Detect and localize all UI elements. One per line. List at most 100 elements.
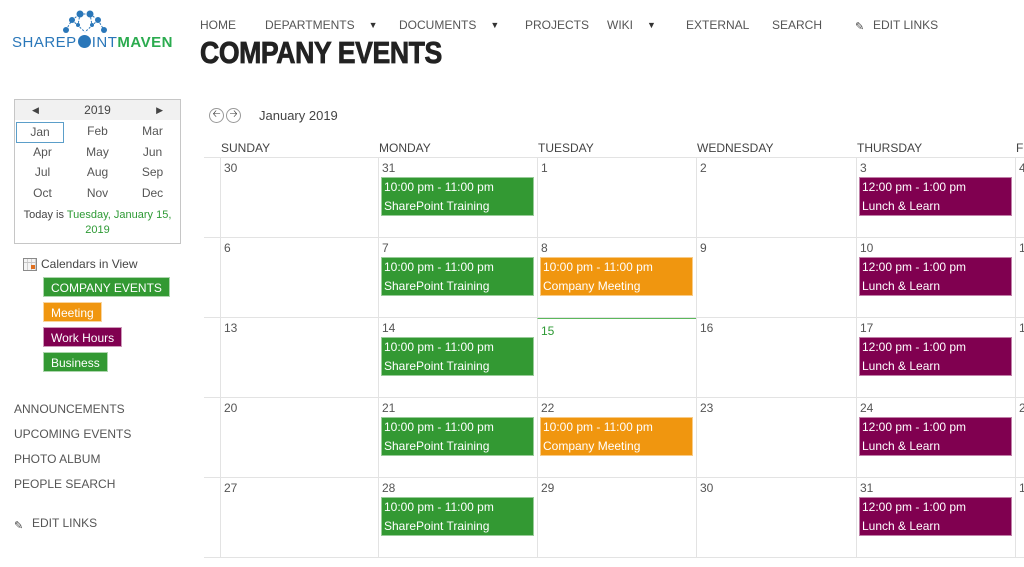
day-cell-tuesday[interactable]: 8 10:00 pm - 11:00 pm Company Meeting [537, 238, 696, 317]
month-feb[interactable]: Feb [70, 122, 125, 143]
day-cell-monday[interactable]: 31 10:00 pm - 11:00 pm SharePoint Training [378, 158, 537, 237]
calendar-event[interactable]: 12:00 pm - 1:00 pm Lunch & Learn [859, 417, 1012, 456]
month-aug[interactable]: Aug [70, 163, 125, 184]
month-jun[interactable]: Jun [125, 143, 180, 164]
calendar-event[interactable]: 10:00 pm - 11:00 pm SharePoint Training [381, 337, 534, 376]
calendar-event[interactable]: 10:00 pm - 11:00 pm Company Meeting [540, 417, 693, 456]
day-number[interactable]: 23 [697, 398, 856, 416]
calendar-event[interactable]: 12:00 pm - 1:00 pm Lunch & Learn [859, 257, 1012, 296]
topnav-external[interactable]: EXTERNAL [686, 18, 772, 32]
nav-edit-links[interactable]: ✎ EDIT LINKS [14, 510, 131, 535]
day-cell-sunday[interactable]: 6 [220, 238, 378, 317]
next-month-button[interactable]: 🡢 [226, 108, 241, 123]
topnav-projects[interactable]: PROJECTS [525, 18, 607, 32]
overlay-company-events[interactable]: COMPANY EVENTS [43, 277, 170, 297]
day-number[interactable]: 21 [379, 398, 537, 416]
calendar-event[interactable]: 10:00 pm - 11:00 pm Company Meeting [540, 257, 693, 296]
today-link[interactable]: Tuesday, January 15, 2019 [67, 209, 172, 236]
calendar-event[interactable]: 12:00 pm - 1:00 pm Lunch & Learn [859, 177, 1012, 216]
day-cell-sunday[interactable]: 13 [220, 318, 378, 397]
day-number[interactable]: 27 [221, 478, 378, 496]
month-mar[interactable]: Mar [125, 122, 180, 143]
calendar-event[interactable]: 12:00 pm - 1:00 pm Lunch & Learn [859, 497, 1012, 536]
day-number[interactable]: 4 [1016, 158, 1024, 176]
day-cell-thursday[interactable]: 10 12:00 pm - 1:00 pm Lunch & Learn [856, 238, 1015, 317]
day-number[interactable]: 25 [1016, 398, 1024, 416]
overlay-meeting[interactable]: Meeting [43, 302, 102, 322]
day-number[interactable]: 11 [1016, 238, 1024, 256]
day-cell-wednesday[interactable]: 16 [696, 318, 856, 397]
previous-year-icon[interactable]: ◀ [32, 105, 39, 116]
day-cell-tuesday[interactable]: 15 [537, 318, 696, 397]
calendar-event[interactable]: 10:00 pm - 11:00 pm SharePoint Training [381, 257, 534, 296]
day-number[interactable]: 10 [857, 238, 1015, 256]
topnav-documents[interactable]: DOCUMENTS ▼ [399, 18, 525, 32]
previous-month-button[interactable]: 🡠 [209, 108, 224, 123]
day-cell-sunday[interactable]: 27 [220, 478, 378, 557]
day-cell-sunday[interactable]: 30 [220, 158, 378, 237]
nav-announcements[interactable]: ANNOUNCEMENTS [14, 401, 131, 426]
month-oct[interactable]: Oct [15, 184, 70, 205]
caret-down-icon[interactable]: ▼ [647, 20, 656, 30]
day-number[interactable]: 31 [379, 158, 537, 176]
nav-people-search[interactable]: PEOPLE SEARCH [14, 476, 131, 501]
day-cell-thursday[interactable]: 3 12:00 pm - 1:00 pm Lunch & Learn [856, 158, 1015, 237]
month-apr[interactable]: Apr [15, 143, 70, 164]
nav-photo-album[interactable]: PHOTO ALBUM [14, 451, 131, 476]
day-cell-tuesday[interactable]: 22 10:00 pm - 11:00 pm Company Meeting [537, 398, 696, 477]
day-cell-friday[interactable]: 1 [1015, 478, 1024, 557]
day-number[interactable]: 18 [1016, 318, 1024, 336]
month-jul[interactable]: Jul [15, 163, 70, 184]
calendar-event[interactable]: 10:00 pm - 11:00 pm SharePoint Training [381, 177, 534, 216]
month-sep[interactable]: Sep [125, 163, 180, 184]
topnav-edit-links[interactable]: ✎ EDIT LINKS [855, 18, 938, 33]
day-cell-wednesday[interactable]: 2 [696, 158, 856, 237]
next-year-icon[interactable]: ▶ [156, 105, 163, 116]
day-number[interactable]: 16 [697, 318, 856, 336]
month-jan[interactable]: Jan [16, 122, 64, 143]
day-number[interactable]: 24 [857, 398, 1015, 416]
day-cell-friday[interactable]: 25 [1015, 398, 1024, 477]
site-logo[interactable]: SHAREP INTMAVEN [12, 10, 187, 55]
month-dec[interactable]: Dec [125, 184, 180, 205]
caret-down-icon[interactable]: ▼ [369, 20, 378, 30]
day-cell-friday[interactable]: 11 [1015, 238, 1024, 317]
nav-upcoming-events[interactable]: UPCOMING EVENTS [14, 426, 131, 451]
day-cell-tuesday[interactable]: 29 [537, 478, 696, 557]
day-cell-wednesday[interactable]: 9 [696, 238, 856, 317]
day-number[interactable]: 15 [538, 319, 696, 338]
day-number[interactable]: 22 [538, 398, 696, 416]
day-cell-friday[interactable]: 18 [1015, 318, 1024, 397]
day-cell-wednesday[interactable]: 23 [696, 398, 856, 477]
day-number[interactable]: 17 [857, 318, 1015, 336]
day-number[interactable]: 3 [857, 158, 1015, 176]
topnav-home[interactable]: HOME [200, 18, 265, 32]
topnav-wiki[interactable]: WIKI ▼ [607, 18, 686, 32]
day-cell-sunday[interactable]: 20 [220, 398, 378, 477]
day-number[interactable]: 1 [1016, 478, 1024, 496]
day-number[interactable]: 28 [379, 478, 537, 496]
day-cell-monday[interactable]: 21 10:00 pm - 11:00 pm SharePoint Training [378, 398, 537, 477]
day-number[interactable]: 30 [697, 478, 856, 496]
day-number[interactable]: 31 [857, 478, 1015, 496]
overlay-business[interactable]: Business [43, 352, 108, 372]
calendar-event[interactable]: 10:00 pm - 11:00 pm SharePoint Training [381, 497, 534, 536]
topnav-departments[interactable]: DEPARTMENTS ▼ [265, 18, 399, 32]
day-number[interactable]: 13 [221, 318, 378, 336]
month-nov[interactable]: Nov [70, 184, 125, 205]
overlay-work-hours[interactable]: Work Hours [43, 327, 123, 347]
caret-down-icon[interactable]: ▼ [490, 20, 499, 30]
day-number[interactable]: 1 [538, 158, 696, 176]
day-number[interactable]: 29 [538, 478, 696, 496]
day-cell-thursday[interactable]: 31 12:00 pm - 1:00 pm Lunch & Learn [856, 478, 1015, 557]
day-cell-monday[interactable]: 7 10:00 pm - 11:00 pm SharePoint Training [378, 238, 537, 317]
day-cell-thursday[interactable]: 24 12:00 pm - 1:00 pm Lunch & Learn [856, 398, 1015, 477]
day-number[interactable]: 14 [379, 318, 537, 336]
day-cell-monday[interactable]: 14 10:00 pm - 11:00 pm SharePoint Training [378, 318, 537, 397]
day-number[interactable]: 6 [221, 238, 378, 256]
day-cell-wednesday[interactable]: 30 [696, 478, 856, 557]
day-number[interactable]: 2 [697, 158, 856, 176]
day-number[interactable]: 8 [538, 238, 696, 256]
day-number[interactable]: 7 [379, 238, 537, 256]
month-may[interactable]: May [70, 143, 125, 164]
